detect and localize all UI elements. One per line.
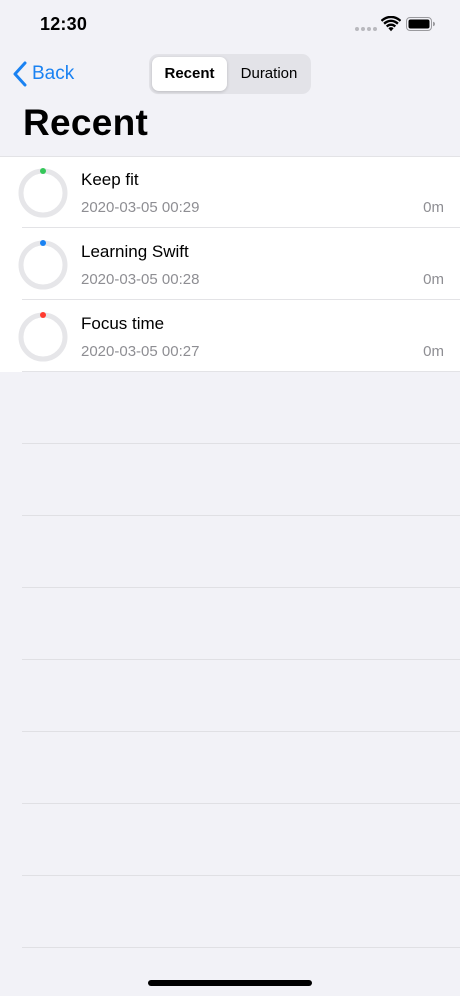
empty-list-area: [0, 372, 460, 948]
list-item[interactable]: Focus time 2020-03-05 00:27 0m: [0, 300, 460, 372]
navigation-bar: Back Recent Duration: [0, 50, 460, 100]
empty-row-separator: [0, 444, 460, 516]
empty-row-separator: [0, 804, 460, 876]
home-indicator[interactable]: [148, 980, 312, 986]
empty-row-separator: [0, 588, 460, 660]
item-timestamp: 2020-03-05 00:29: [81, 199, 200, 216]
progress-ring-dot: [40, 312, 46, 318]
status-time: 12:30: [40, 14, 88, 34]
back-button[interactable]: Back: [12, 60, 74, 88]
progress-ring-icon: [18, 240, 68, 290]
progress-ring-dot: [40, 240, 46, 246]
page-title: Recent: [23, 102, 149, 143]
empty-row-separator: [0, 372, 460, 444]
segment-duration[interactable]: Duration: [229, 57, 309, 91]
activity-list: Keep fit 2020-03-05 00:29 0m Learning Sw…: [0, 156, 460, 372]
status-bar: 12:30: [0, 0, 460, 50]
wifi-icon: [381, 16, 401, 32]
item-duration: 0m: [423, 271, 444, 288]
item-title: Learning Swift: [81, 242, 189, 261]
segment-recent[interactable]: Recent: [152, 57, 227, 91]
empty-row-separator: [0, 876, 460, 948]
chevron-left-icon: [13, 61, 27, 87]
item-duration: 0m: [423, 199, 444, 216]
sort-segmented-control: Recent Duration: [149, 54, 311, 94]
empty-row-separator: [0, 732, 460, 804]
item-timestamp: 2020-03-05 00:28: [81, 271, 200, 288]
list-item[interactable]: Keep fit 2020-03-05 00:29 0m: [0, 156, 460, 228]
item-duration: 0m: [423, 343, 444, 360]
empty-row-separator: [0, 660, 460, 732]
battery-icon: [406, 17, 435, 31]
empty-row-separator: [0, 516, 460, 588]
progress-ring-icon: [18, 312, 68, 362]
cellular-signal-icon: [355, 27, 377, 31]
item-timestamp: 2020-03-05 00:27: [81, 343, 200, 360]
back-label: Back: [32, 63, 75, 84]
progress-ring-icon: [18, 168, 68, 218]
list-item[interactable]: Learning Swift 2020-03-05 00:28 0m: [0, 228, 460, 300]
progress-ring-dot: [40, 168, 46, 174]
item-title: Focus time: [81, 314, 165, 333]
item-title: Keep fit: [81, 170, 139, 189]
